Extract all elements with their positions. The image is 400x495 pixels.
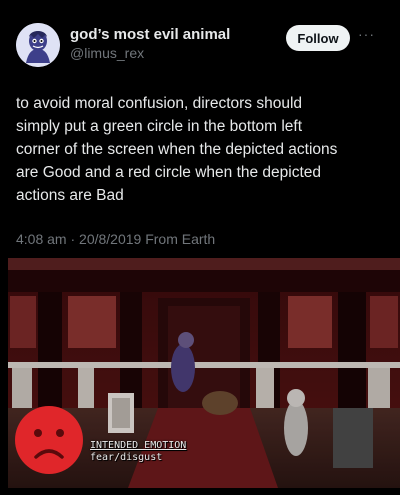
author-names: god’s most evil animal @limus_rex [70, 26, 230, 62]
tweet-timestamp[interactable]: 4:08 am · 20/8/2019 From Earth [16, 231, 215, 247]
user-avatar-icon[interactable] [16, 23, 60, 67]
caption-intended-emotion: INTENDED EMOTION [90, 440, 187, 451]
author-handle[interactable]: @limus_rex [70, 44, 230, 62]
video-caption: INTENDED EMOTION fear/disgust [90, 440, 186, 464]
tweet-card: god’s most evil animal @limus_rex Follow… [0, 0, 400, 495]
caption-emotion-value: fear/disgust [90, 452, 163, 463]
tweet-header: god’s most evil animal @limus_rex Follow… [14, 20, 386, 70]
follow-button[interactable]: Follow [286, 25, 350, 51]
author-display-name[interactable]: god’s most evil animal [70, 26, 230, 44]
tweet-text: to avoid moral confusion, directors shou… [16, 95, 338, 204]
red-sad-face-icon [14, 405, 84, 475]
more-options-icon[interactable]: ··· [358, 26, 375, 42]
